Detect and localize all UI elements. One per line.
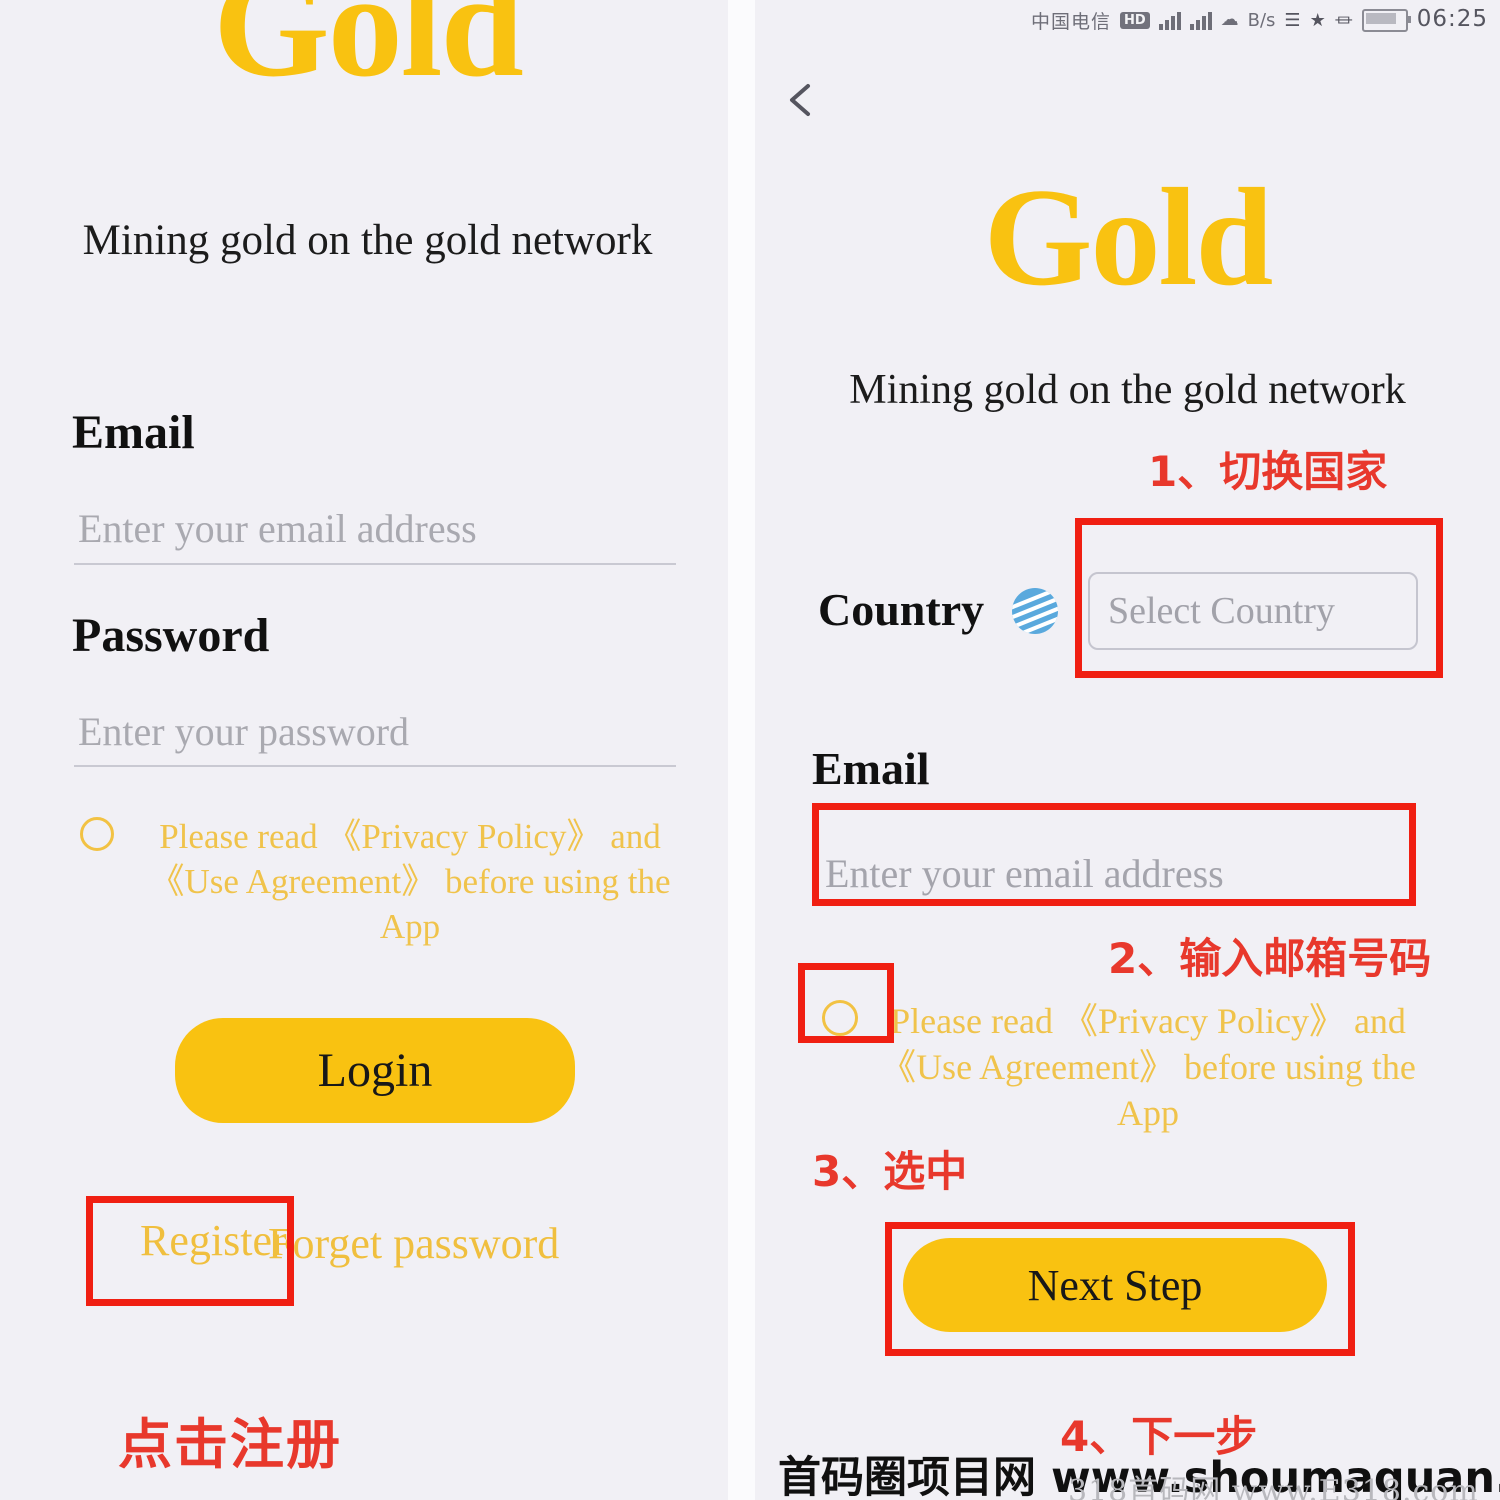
country-label: Country (818, 584, 985, 635)
annotation-box-checkbox (798, 963, 894, 1043)
register-app-logo-text: Gold (983, 160, 1274, 315)
email-label: Email (72, 406, 195, 459)
login-tagline-clip: Mining gold on the gold network (0, 218, 735, 270)
annotation-box-register (86, 1196, 294, 1306)
login-button[interactable]: Login (175, 1018, 575, 1123)
email-underline (74, 563, 676, 565)
screenshot-root: Gold Mining gold on the gold network Ema… (0, 0, 1500, 1500)
globe-icon (1012, 588, 1058, 634)
signal-bars-2-icon (1189, 10, 1212, 30)
wifi-icon: ☁ (1220, 8, 1239, 30)
register-tagline-clip: Mining gold on the gold network (755, 368, 1500, 418)
register-agreement-text[interactable]: Please read 《Privacy Policy》 and 《Use Ag… (868, 998, 1428, 1136)
password-underline (74, 765, 676, 767)
alarm-icon: ★ (1309, 9, 1326, 31)
mute-icon: ☰ (1284, 9, 1301, 31)
clock-label: 06:25 (1416, 6, 1488, 32)
bluetooth-icon: ⏛ (1334, 11, 1353, 32)
annotation-note-click-register: 点击注册 (118, 1413, 342, 1476)
agreement-text[interactable]: Please read 《Privacy Policy》 and 《Use Ag… (120, 815, 700, 949)
annotation-box-country (1075, 518, 1443, 678)
email-input[interactable]: Enter your email address (78, 505, 477, 552)
back-chevron-icon[interactable] (778, 76, 826, 124)
login-brand-clip: Gold (0, 0, 735, 160)
signal-bars-1-icon (1158, 10, 1181, 30)
battery-icon (1361, 8, 1411, 32)
annotation-note-step2: 2、输入邮箱号码 (1108, 934, 1432, 983)
password-label: Password (72, 609, 270, 662)
panel-divider (728, 0, 758, 1500)
annotation-note-step1: 1、切换国家 (1148, 447, 1388, 496)
annotation-box-email (812, 803, 1416, 906)
login-screen: Gold Mining gold on the gold network Ema… (0, 0, 735, 1500)
annotation-note-step3: 3、选中 (812, 1147, 968, 1196)
hd-badge-icon: HD (1119, 11, 1150, 29)
agreement-checkbox[interactable] (80, 817, 114, 851)
watermark-secondary: 318首码网 www.E318.com (1068, 1474, 1479, 1500)
forget-password-link[interactable]: Forget password (268, 1218, 559, 1269)
carrier-label: 中国电信 (1030, 10, 1111, 33)
register-app-tagline: Mining gold on the gold network (849, 368, 1406, 413)
status-bar: 中国电信 HD ☁ B/s ☰ ★ ⏛ 06:25 (755, 0, 1500, 46)
app-logo-text: Gold (213, 0, 524, 108)
app-tagline: Mining gold on the gold network (82, 218, 653, 264)
register-email-label: Email (812, 743, 930, 794)
annotation-box-next-step (885, 1222, 1355, 1356)
password-input[interactable]: Enter your password (78, 708, 409, 755)
data-rate-label: B/s (1247, 9, 1276, 31)
